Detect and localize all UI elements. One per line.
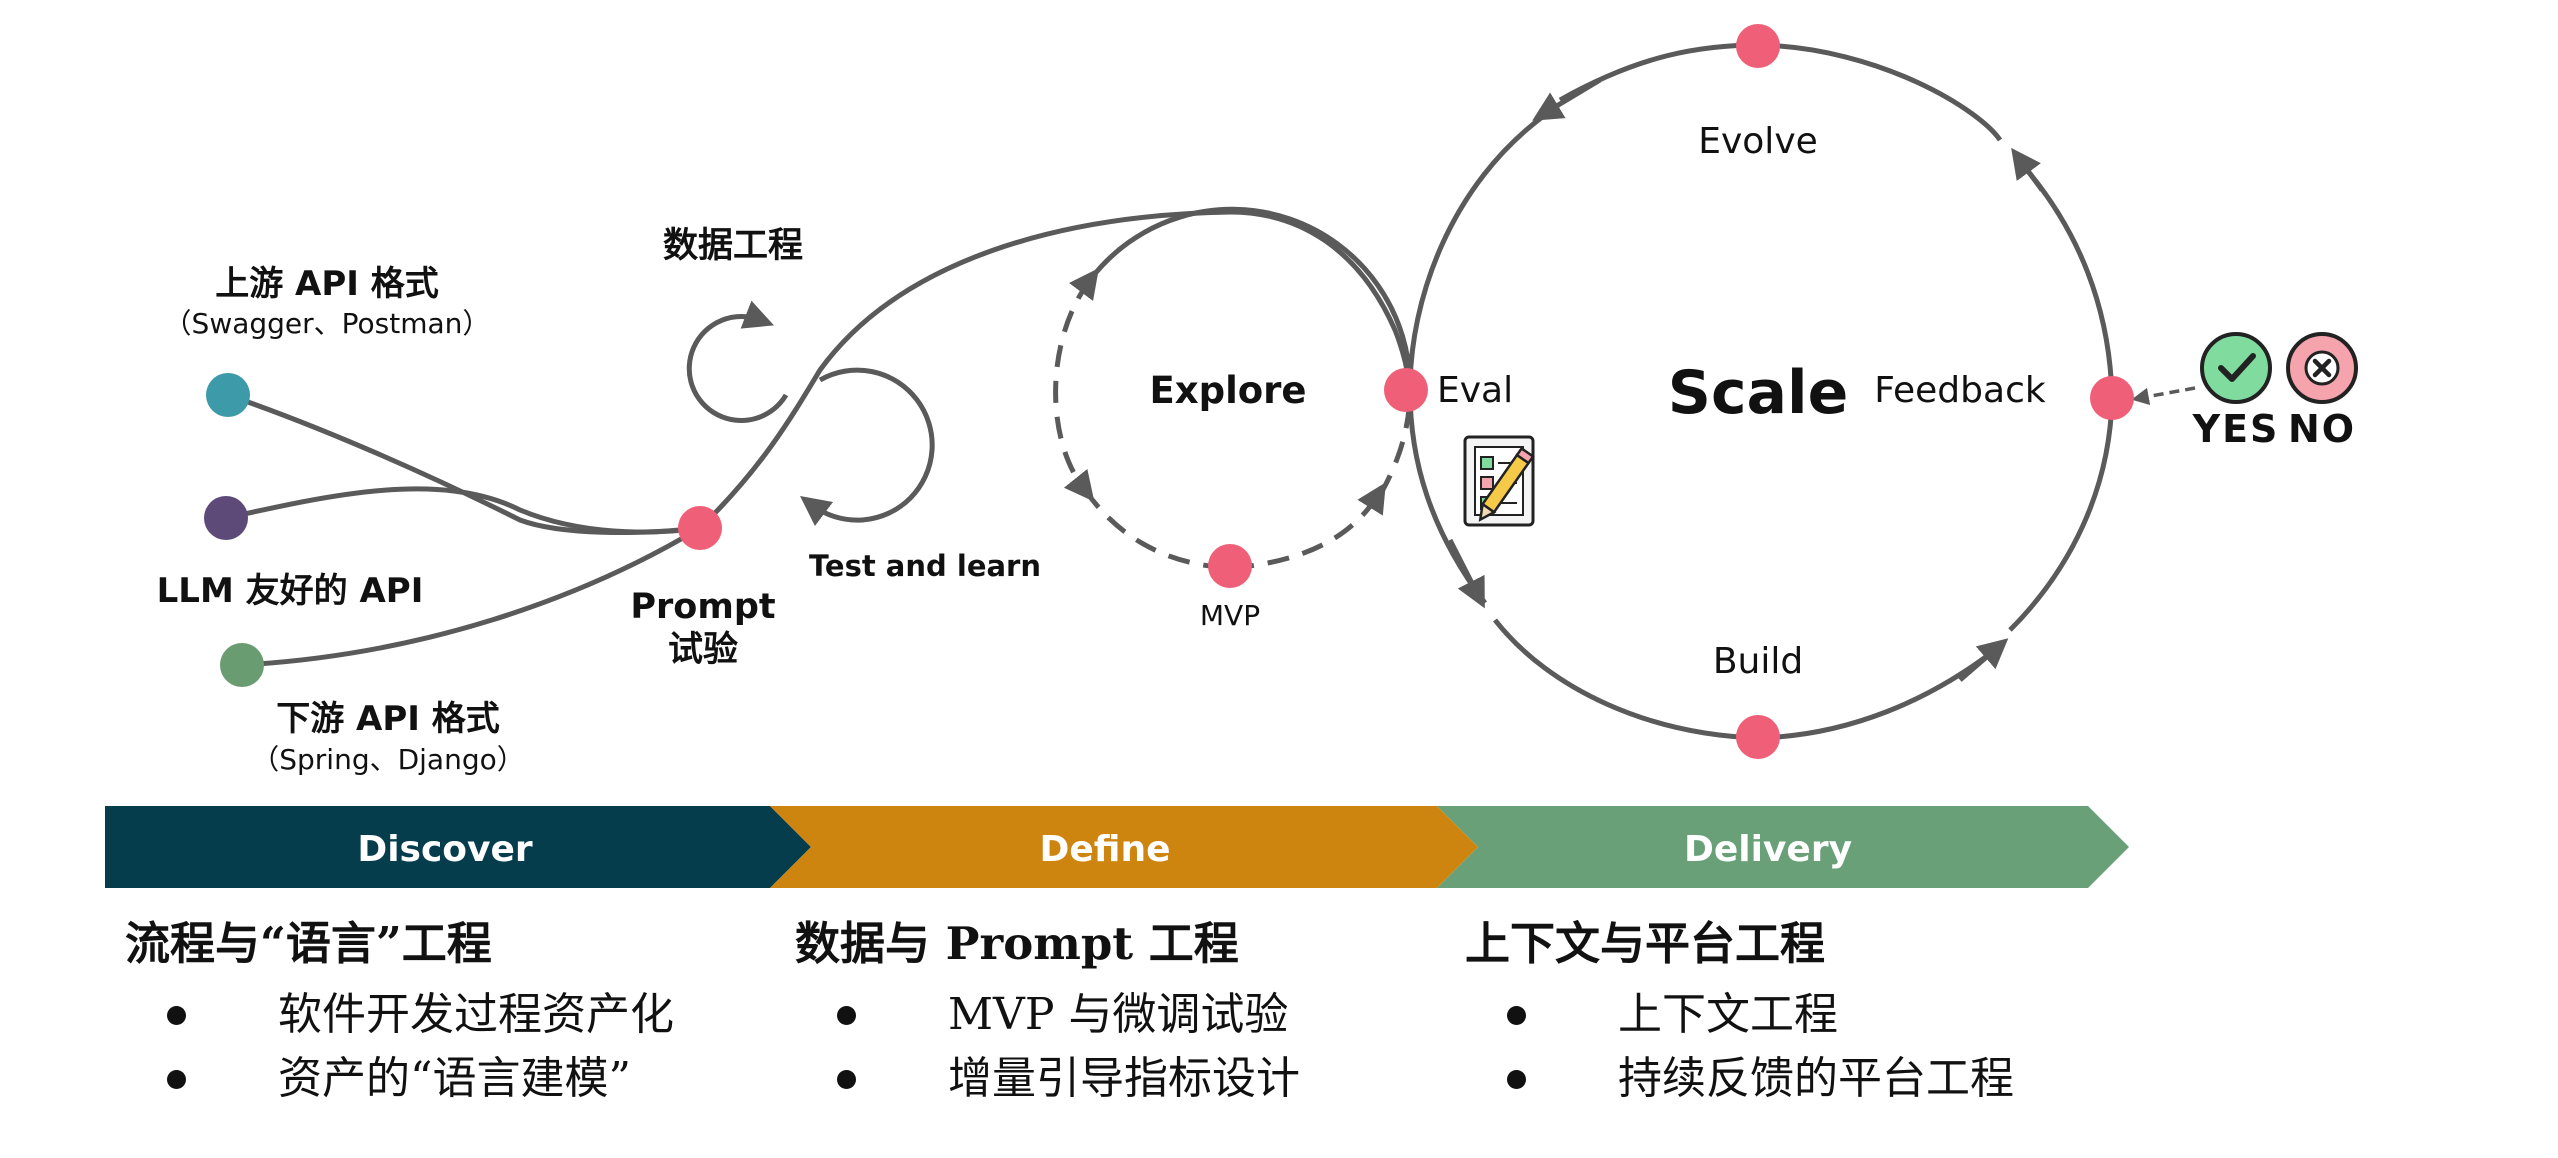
eval-label: Eval bbox=[1437, 370, 1513, 411]
scale-arrow-top bbox=[1532, 77, 1602, 121]
list-item: 增量引导指标设计 bbox=[795, 1047, 1435, 1111]
list-item-text: 持续反馈的平台工程 bbox=[1618, 1053, 2014, 1104]
section-delivery: 上下文与平台工程 上下文工程 持续反馈的平台工程 bbox=[1465, 915, 2105, 1111]
scale-arc-top-left-2 bbox=[1407, 112, 1547, 391]
build-node bbox=[1736, 715, 1780, 759]
scale-arc-right-upper bbox=[2018, 160, 2115, 399]
phase-band: Discover Define Delivery bbox=[105, 806, 2129, 888]
upstream-subtitle: （Swagger、Postman） bbox=[164, 307, 491, 340]
section-title: 上下文与平台工程 bbox=[1465, 917, 1826, 970]
upstream-title: 上游 API 格式 bbox=[215, 264, 439, 304]
iteration-loops bbox=[686, 300, 935, 527]
list-item-text: MVP 与微调试验 bbox=[948, 989, 1289, 1040]
prompt-node bbox=[678, 506, 722, 550]
scale-arc-right-lower bbox=[2008, 397, 2115, 632]
section-list: 软件开发过程资产化 资产的“语言建模” bbox=[125, 983, 765, 1111]
list-item: MVP 与微调试验 bbox=[795, 983, 1435, 1047]
phase-define-label: Define bbox=[1039, 829, 1170, 870]
test-learn-loop bbox=[800, 367, 935, 527]
section-list: MVP 与微调试验 增量引导指标设计 bbox=[795, 983, 1435, 1111]
llm-dot bbox=[204, 496, 248, 540]
feedback-label: Feedback bbox=[1874, 370, 2046, 411]
scale-arrow-right-upper bbox=[2011, 147, 2045, 192]
bullet bbox=[167, 1069, 186, 1089]
feedback-node bbox=[2090, 376, 2134, 420]
bullet bbox=[1507, 1069, 1526, 1089]
yes-badge bbox=[2200, 332, 2272, 404]
list-item-text: 软件开发过程资产化 bbox=[278, 989, 674, 1040]
scale-label: Scale bbox=[1668, 358, 1849, 428]
eval-node bbox=[1384, 368, 1428, 412]
list-item: 上下文工程 bbox=[1465, 983, 2105, 1047]
list-item-text: 上下文工程 bbox=[1618, 989, 1838, 1040]
list-item-text: 增量引导指标设计 bbox=[948, 1053, 1300, 1104]
build-label: Build bbox=[1713, 641, 1803, 682]
no-label: NO bbox=[2288, 407, 2356, 451]
phase-discover-label: Discover bbox=[357, 829, 533, 870]
bullet bbox=[1507, 1005, 1526, 1025]
mvp-node bbox=[1208, 544, 1252, 588]
mvp-label: MVP bbox=[1200, 599, 1260, 632]
section-list: 上下文工程 持续反馈的平台工程 bbox=[1465, 983, 2105, 1111]
cross-icon bbox=[2304, 350, 2340, 386]
bullet bbox=[837, 1069, 856, 1089]
upstream-dot bbox=[206, 373, 250, 417]
upstream-curve bbox=[227, 392, 701, 536]
list-item: 资产的“语言建模” bbox=[125, 1047, 765, 1111]
evolve-label: Evolve bbox=[1698, 121, 1818, 162]
scale-arc-top-left bbox=[1558, 42, 1761, 103]
section-title: 数据与 Prompt 工程 bbox=[795, 917, 1239, 970]
prompt-label-line1: Prompt bbox=[630, 587, 775, 627]
prompt-label-line2: 试验 bbox=[668, 630, 738, 670]
explore-arc-left bbox=[1053, 267, 1099, 502]
no-badge bbox=[2286, 332, 2358, 404]
list-item-text: 资产的“语言建模” bbox=[278, 1053, 631, 1104]
section-define: 数据与 Prompt 工程 MVP 与微调试验 增量引导指标设计 bbox=[795, 915, 1435, 1111]
scale-arrow-right-lower bbox=[1958, 638, 2009, 682]
feedback-arrow bbox=[2131, 386, 2196, 406]
data-eng-loop bbox=[686, 300, 789, 423]
data-eng-label: 数据工程 bbox=[663, 226, 803, 266]
llm-api-label: LLM 友好的 API bbox=[157, 571, 424, 611]
downstream-title: 下游 API 格式 bbox=[276, 699, 500, 739]
downstream-subtitle: （Spring、Django） bbox=[251, 743, 525, 776]
eval-checklist-icon bbox=[1463, 435, 1535, 527]
llm-curve bbox=[225, 486, 701, 535]
explore-arc-bottom-left bbox=[1082, 488, 1231, 571]
explore-label: Explore bbox=[1149, 369, 1306, 412]
list-item: 软件开发过程资产化 bbox=[125, 983, 765, 1047]
explore-arc-top bbox=[1088, 206, 1413, 391]
phase-delivery-label: Delivery bbox=[1684, 829, 1852, 870]
downstream-dot bbox=[220, 643, 264, 687]
scale-arrow-left-lower bbox=[1447, 538, 1485, 609]
list-item: 持续反馈的平台工程 bbox=[1465, 1047, 2105, 1111]
explore-arc-bottom-right bbox=[1231, 482, 1386, 571]
bullet bbox=[167, 1005, 186, 1025]
section-discover: 流程与“语言”工程 软件开发过程资产化 资产的“语言建模” bbox=[125, 915, 765, 1111]
yes-label: YES bbox=[2192, 407, 2280, 451]
bullet bbox=[837, 1005, 856, 1025]
section-title: 流程与“语言”工程 bbox=[125, 917, 492, 970]
test-learn-label: Test and learn bbox=[809, 549, 1041, 583]
evolve-node bbox=[1736, 24, 1780, 68]
